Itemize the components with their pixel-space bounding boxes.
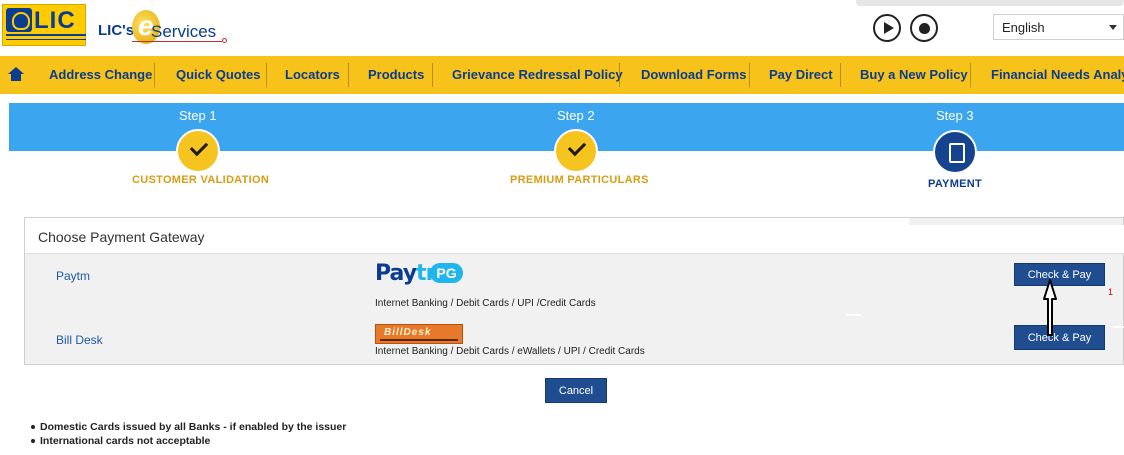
- gateway-name-paytm: Paytm: [56, 269, 91, 283]
- panel-title-extension: [909, 225, 1124, 254]
- nav-divider: [348, 63, 349, 87]
- step-3-caption: PAYMENT: [928, 178, 983, 190]
- nav-divider: [749, 63, 750, 87]
- payment-notes: Domestic Cards issued by all Banks - if …: [31, 420, 540, 448]
- top-bar-decoration: [856, 0, 1124, 6]
- step-3-label: Step 3: [936, 108, 974, 123]
- step-1-caption: CUSTOMER VALIDATION: [132, 174, 270, 186]
- note-item: Domestic Cards issued by all Banks - if …: [31, 420, 540, 434]
- nav-item-download-forms[interactable]: Download Forms: [641, 56, 746, 94]
- check-icon: [176, 129, 220, 173]
- nav-divider: [154, 63, 155, 87]
- language-select-value: English: [1002, 20, 1045, 35]
- nav-item-quick-quotes[interactable]: Quick Quotes: [176, 56, 261, 94]
- nav-item-buy-a-new-policy[interactable]: Buy a New Policy: [860, 56, 968, 94]
- nav-divider: [840, 63, 841, 87]
- app-store-icons: [856, 0, 1124, 50]
- eservices-logo[interactable]: LIC's e Services: [98, 8, 232, 50]
- decoration-dash: [1113, 326, 1124, 328]
- lic-emblem-icon: [6, 8, 32, 32]
- nav-item-pay-direct[interactable]: Pay Direct: [769, 56, 833, 94]
- eservices-suffix: Services: [151, 22, 217, 41]
- eservices-prefix: LIC's: [98, 22, 135, 39]
- header: LIC LIC's e Services English: [0, 0, 1124, 56]
- lic-logo-underline-2: [6, 39, 86, 42]
- gateway-name-billdesk: Bill Desk: [56, 333, 103, 347]
- main-nav: Address Change Quick Quotes Locators Pro…: [0, 56, 1124, 94]
- nav-divider: [970, 63, 971, 87]
- app-root: LIC LIC's e Services English Address Cha…: [0, 0, 1124, 455]
- step-2-label: Step 2: [557, 108, 595, 123]
- paytm-pg-badge: PG: [430, 263, 463, 283]
- lic-logo-underline: [6, 34, 86, 38]
- nav-divider: [619, 63, 620, 87]
- red-annotation-mark: 1: [1108, 287, 1114, 297]
- home-icon[interactable]: [8, 67, 24, 81]
- panel-title: Choose Payment Gateway: [25, 218, 909, 254]
- paytm-logo: Paytm PG: [375, 261, 465, 286]
- nav-divider: [266, 63, 267, 87]
- eservices-dot: [222, 38, 227, 43]
- billdesk-check-pay-button[interactable]: Check & Pay: [1014, 325, 1105, 350]
- lic-logo[interactable]: LIC: [2, 4, 86, 46]
- arrow-cursor-icon: [1043, 279, 1057, 336]
- language-select[interactable]: English: [993, 14, 1124, 40]
- gateway-description-paytm: Internet Banking / Debit Cards / UPI /Cr…: [375, 298, 596, 309]
- billdesk-logo: BillDesk: [375, 324, 463, 344]
- gateway-description-billdesk: Internet Banking / Debit Cards / eWallet…: [375, 346, 645, 357]
- nav-divider: [432, 63, 433, 87]
- step-1-label: Step 1: [179, 108, 217, 123]
- apple-icon[interactable]: [910, 14, 938, 42]
- note-item: International cards not acceptable: [31, 434, 540, 448]
- nav-item-products[interactable]: Products: [368, 56, 424, 94]
- step-2-caption: PREMIUM PARTICULARS: [510, 174, 649, 186]
- billdesk-logo-text: BillDesk: [384, 327, 432, 338]
- cancel-button[interactable]: Cancel: [545, 378, 607, 403]
- paytm-check-pay-button[interactable]: Check & Pay: [1014, 263, 1105, 286]
- check-icon: [554, 129, 598, 173]
- google-play-icon[interactable]: [873, 14, 901, 42]
- lic-logo-text: LIC: [34, 7, 76, 34]
- chevron-down-icon: [1109, 25, 1117, 30]
- decoration-dash: [846, 314, 861, 316]
- payment-gateway-panel: Choose Payment Gateway Paytm Paytm PG In…: [24, 217, 1124, 365]
- nav-item-grievance-redressal-policy[interactable]: Grievance Redressal Policy: [452, 56, 623, 94]
- nav-item-locators[interactable]: Locators: [285, 56, 340, 94]
- payment-icon: [933, 130, 977, 174]
- eservices-underline: [132, 41, 222, 42]
- nav-item-address-change[interactable]: Address Change: [49, 56, 152, 94]
- nav-item-financial-needs-analysis[interactable]: Financial Needs Analys: [991, 56, 1124, 94]
